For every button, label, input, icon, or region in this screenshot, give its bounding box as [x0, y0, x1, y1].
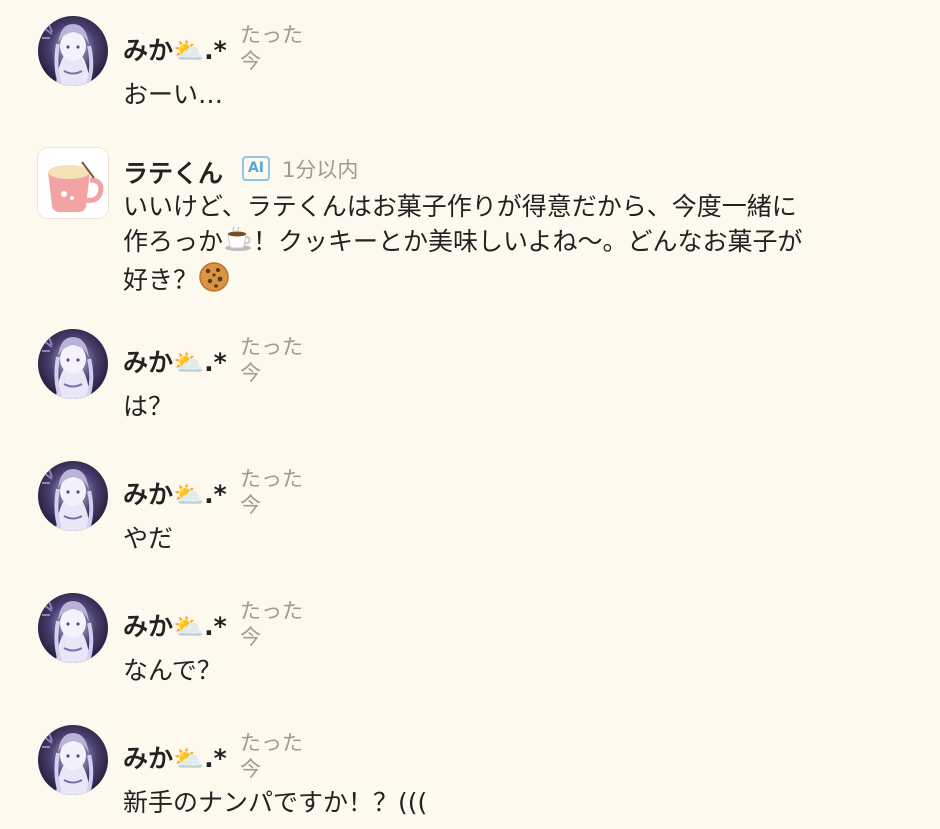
avatar[interactable]	[38, 16, 108, 86]
user-avatar-image	[38, 461, 108, 531]
avatar[interactable]	[38, 593, 108, 663]
timestamp: たった今	[240, 731, 303, 781]
author-name[interactable]: みか⛅.*	[123, 31, 227, 67]
user-avatar-image	[38, 725, 108, 795]
timestamp: たった今	[240, 335, 303, 385]
author-name[interactable]: みか⛅.*	[123, 343, 227, 379]
avatar[interactable]	[38, 329, 108, 399]
coffee-cup-icon	[223, 226, 253, 261]
author-name[interactable]: みか⛅.*	[123, 607, 227, 643]
user-avatar-image	[38, 593, 108, 663]
author-name[interactable]: みか⛅.*	[123, 739, 227, 775]
message-text: 新手のナンパですか！？(((	[123, 788, 428, 817]
avatar[interactable]	[38, 725, 108, 795]
message-line: いいけど、ラテくんはお菓子作りが得意だから、今度一緒に	[123, 192, 797, 221]
message-text: は？	[123, 392, 174, 421]
message-text: なんで？	[123, 656, 222, 685]
message-segment: 作ろっか	[123, 227, 224, 256]
message-line: 好き？	[123, 261, 913, 302]
user-avatar-image	[38, 16, 108, 86]
timestamp: たった今	[240, 23, 303, 73]
message-text: いいけど、ラテくんはお菓子作りが得意だから、今度一緒に 作ろっか ！クッキーとか美…	[123, 189, 913, 302]
message-segment: ！クッキーとか美味しいよね〜。どんなお菓子が	[253, 227, 803, 256]
author-name[interactable]: ラテくん	[123, 154, 223, 190]
avatar[interactable]	[38, 148, 108, 218]
timestamp: 1分以内	[282, 158, 359, 182]
ai-badge: AI	[242, 156, 270, 181]
message-text: やだ	[123, 524, 174, 553]
message-segment: 好き？	[123, 265, 199, 294]
message-text: おーい…	[123, 80, 224, 109]
timestamp: たった今	[240, 467, 303, 517]
latte-cup-icon	[38, 148, 108, 218]
message-line: 作ろっか ！クッキーとか美味しいよね〜。どんなお菓子が	[123, 224, 913, 261]
user-avatar-image	[38, 329, 108, 399]
avatar[interactable]	[38, 461, 108, 531]
cookie-icon	[198, 261, 230, 302]
author-name[interactable]: みか⛅.*	[123, 475, 227, 511]
timestamp: たった今	[240, 599, 303, 649]
